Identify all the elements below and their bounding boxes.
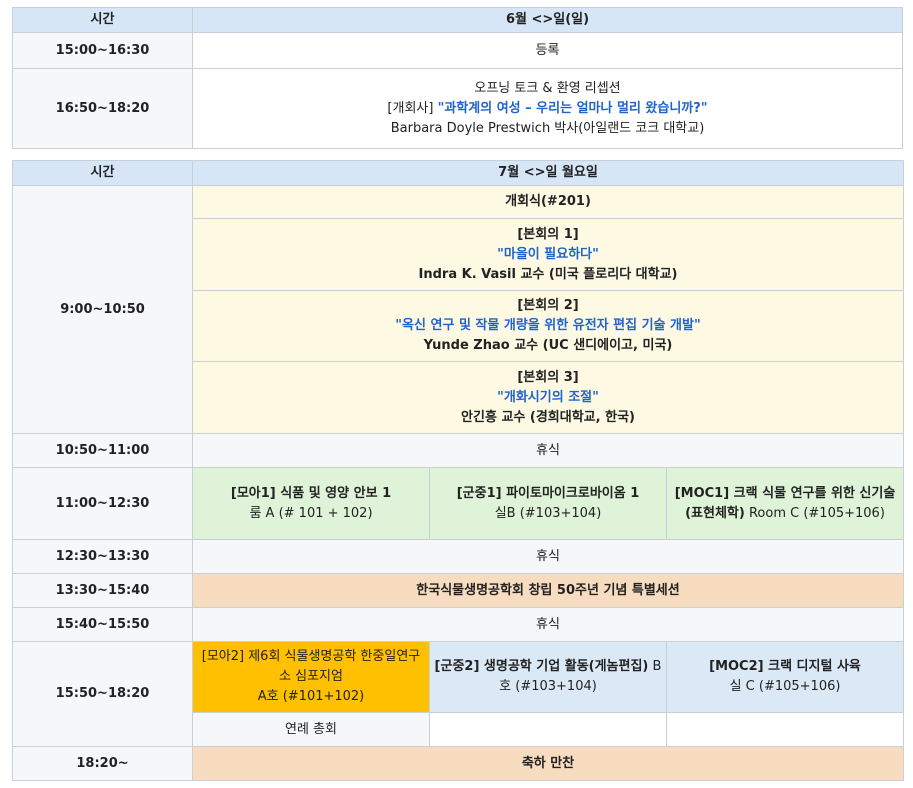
table-row: 10:50~11:00 휴식 [12,433,905,468]
session2-room-c-cell: [MOC2] 크랙 디지털 사육 실 C (#105+106) [665,641,905,713]
time-cell: 11:00~12:30 [12,467,193,540]
table-row: 16:50~18:20 오프닝 토크 & 환영 리셉션 [개회사] "과학계의 … [12,68,903,149]
table-row: 15:00~16:30 등록 [12,32,903,69]
special-session-cell: 한국식물생명공학회 창립 50주년 기념 특별세션 [191,573,905,608]
plenary-speaker: Indra K. Vasil 교수 (미국 플로리다 대학교) [418,266,678,282]
session-room: 실 C (#105+106) [729,679,841,694]
registration-cell: 등록 [192,32,903,69]
event-prefix: [개회사] [387,100,438,116]
table-row: 11:00~12:30 [모아1] 식품 및 영양 안보 1 룸 A (# 10… [12,467,905,540]
plenary-3-cell: [본회의 3] "개화시기의 조절" 안긴흥 교수 (경희대학교, 한국) [191,361,905,434]
plenary-2-cell: [본회의 2] "옥신 연구 및 작물 개량을 위한 유전자 편집 기술 개발"… [191,290,905,362]
session-title: [모아1] 식품 및 영양 안보 1 [230,485,392,501]
table-row: 15:40~15:50 휴식 [12,607,905,642]
time-cell: 18:20~ [12,746,193,781]
time-cell: 13:30~15:40 [12,573,193,608]
time-cell: 12:30~13:30 [12,539,193,574]
session-room: A호 (#101+102) [257,689,365,704]
table-row: 18:20~ 축하 만찬 [12,746,905,781]
break-cell: 휴식 [191,607,905,642]
empty-cell [429,712,667,747]
table-row: 12:30~13:30 휴식 [12,539,905,574]
session2-room-b-cell: [군중2] 생명공학 기업 활동(게놈편집) B호 (#103+104) [429,641,667,713]
time-cell: 15:50~18:20 [12,641,193,747]
plenary-speaker: 안긴흥 교수 (경희대학교, 한국) [461,409,635,425]
banquet-cell: 축하 만찬 [191,746,905,781]
session1-room-c-cell: [MOC1] 크랙 식물 연구를 위한 신기술(표현체학) Room C (#1… [665,467,905,540]
session-title: [MOC2] 크랙 디지털 사육 [709,659,861,674]
session-title: [군중1] 파이토마이크로바이옴 1 [456,485,640,501]
plenary-label: [본회의 1] [517,226,579,242]
plenary-speaker: Yunde Zhao 교수 (UC 샌디에이고, 미국) [423,338,673,353]
time-cell: 9:00~10:50 [12,185,193,434]
event-speaker: Barbara Doyle Prestwich 박사(아일랜드 코크 대학교) [390,120,705,136]
session-room: 실B (#103+104) [494,505,602,521]
session1-room-a-cell: [모아1] 식품 및 영양 안보 1 룸 A (# 101 + 102) [192,467,430,540]
plenary-label: [본회의 2] [517,298,579,313]
break-cell: 휴식 [191,539,905,574]
opening-talk-cell: 오프닝 토크 & 환영 리셉션 [개회사] "과학계의 여성 – 우리는 얼마나… [192,68,903,149]
opening-ceremony-cell: 개회식(#201) [191,185,905,219]
event-title-line: [개회사] "과학계의 여성 – 우리는 얼마나 멀리 왔습니까?" [197,99,898,119]
annual-assembly-cell: 연례 총회 [192,712,430,747]
session-title: [군중2] 생명공학 기업 활동(게놈편집) [434,659,649,674]
event-name: 오프닝 토크 & 환영 리셉션 [474,80,621,96]
empty-cell [665,712,905,747]
session-room: 룸 A (# 101 + 102) [249,505,373,521]
time-cell: 10:50~11:00 [12,433,193,468]
day1-time-header: 시간 [12,7,193,33]
day2-time-header: 시간 [12,160,193,186]
plenary-label: [본회의 3] [517,369,579,385]
time-cell: 15:00~16:30 [12,32,193,69]
time-cell: 16:50~18:20 [12,68,193,149]
session1-room-b-cell: [군중1] 파이토마이크로바이옴 1 실B (#103+104) [429,467,667,540]
event-title-link[interactable]: "과학계의 여성 – 우리는 얼마나 멀리 왔습니까?" [438,101,708,116]
time-cell: 15:40~15:50 [12,607,193,642]
table-row: 9:00~10:50 개회식(#201) [12,185,905,434]
plenary-1-cell: [본회의 1] "마을이 필요하다" Indra K. Vasil 교수 (미국… [191,218,905,291]
plenary-title-link[interactable]: "옥신 연구 및 작물 개량을 위한 유전자 편집 기술 개발" [197,316,899,336]
session-title: [모아2] 제6회 식물생명공학 한중일연구소 심포지엄 [201,649,421,684]
table-row: 13:30~15:40 한국식물생명공학회 창립 50주년 기념 특별세션 [12,573,905,608]
day2-date-header: 7월 <>일 월요일 [191,160,905,186]
plenary-title-link[interactable]: "개화시기의 조절" [197,388,899,408]
day1-date-header: 6월 <>일(일) [192,7,903,33]
table-row: 15:50~18:20 [모아2] 제6회 식물생명공학 한중일연구소 심포지엄… [12,641,905,747]
break-cell: 휴식 [191,433,905,468]
plenary-title-link[interactable]: "마을이 필요하다" [197,245,899,265]
day2-schedule-table: 시간 7월 <>일 월요일 9:00~10:50 개회식(#201) [본회의 … [12,160,905,781]
session2-room-a-cell: [모아2] 제6회 식물생명공학 한중일연구소 심포지엄 A호 (#101+10… [192,641,430,713]
day1-schedule-table: 시간 6월 <>일(일) 15:00~16:30 등록 16:50~18:20 … [12,7,903,149]
session-room: Room C (#105+106) [744,505,885,521]
